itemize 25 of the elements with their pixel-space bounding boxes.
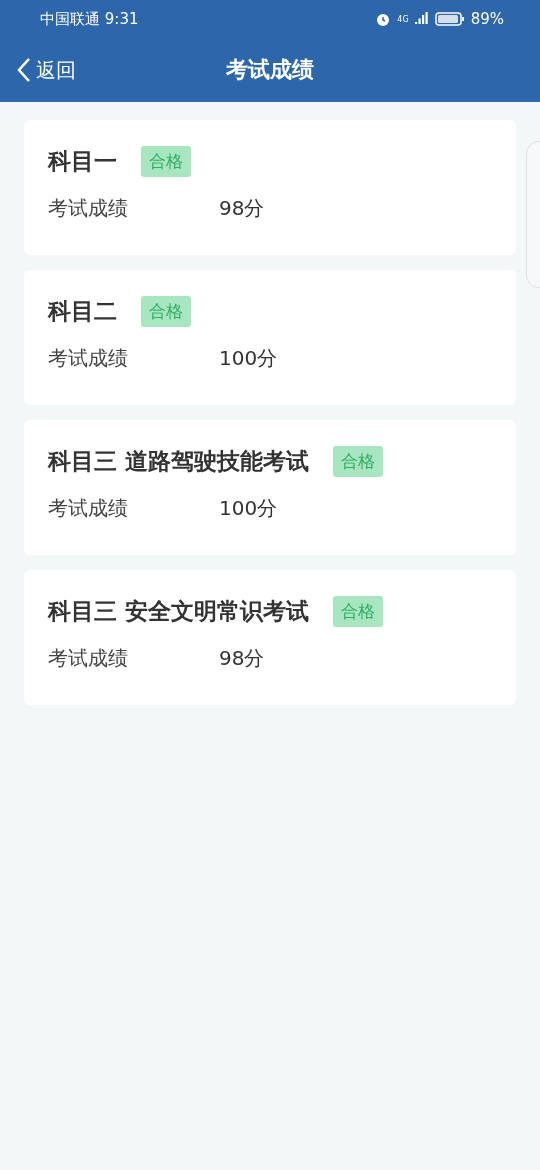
score-value: 98分 [219,195,265,222]
subject-name: 科目三 道路驾驶技能考试 [48,447,309,476]
status-badge: 合格 [141,146,191,177]
battery-icon [434,11,465,27]
subject-name: 科目三 安全文明常识考试 [48,597,309,626]
carrier-time: 中国联通 9:31 [40,9,139,29]
subject-name: 科目二 [48,297,117,326]
back-button[interactable]: 返回 [16,56,76,84]
network-label: 4G [397,14,409,24]
score-value: 100分 [219,495,278,522]
status-badge: 合格 [333,446,383,477]
subject-name: 科目一 [48,147,117,176]
battery-level: 89% [470,10,504,28]
score-value: 100分 [219,345,278,372]
alarm-icon [375,11,392,27]
status-badge: 合格 [141,296,191,327]
score-label: 考试成绩 [48,645,129,672]
score-label: 考试成绩 [48,345,129,372]
page-title: 考试成绩 [226,56,314,84]
signal-icon [414,12,429,26]
score-value: 98分 [219,645,265,672]
score-label: 考试成绩 [48,195,129,222]
status-badge: 合格 [333,596,383,627]
score-label: 考试成绩 [48,495,129,522]
chevron-left-icon [16,57,32,83]
